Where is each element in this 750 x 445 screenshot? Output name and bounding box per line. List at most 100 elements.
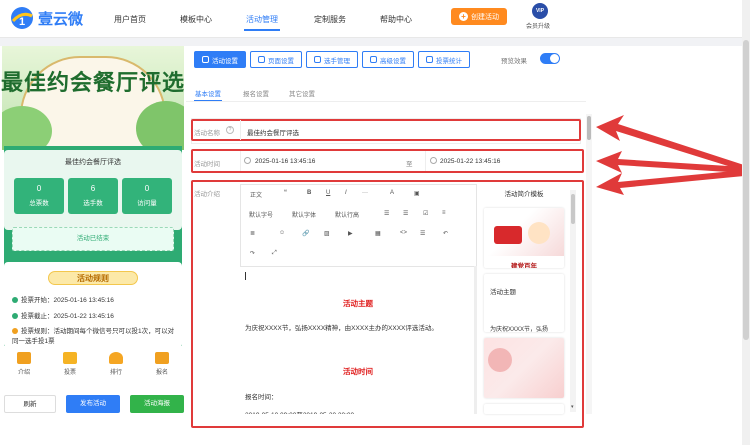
refresh-button[interactable]: 刷新 (4, 395, 56, 413)
nav-custom-service[interactable]: 定制服务 (314, 14, 346, 25)
template-caption: 建党百年 (511, 263, 537, 268)
quote-icon[interactable]: “ (284, 190, 287, 196)
page-scrollbar[interactable] (742, 0, 750, 445)
table-icon[interactable]: ▦ (375, 230, 381, 237)
name-input[interactable]: 最佳约会餐厅评选 (247, 127, 299, 137)
divider-icon[interactable]: ☰ (420, 230, 425, 237)
intro-icon (17, 352, 31, 364)
trophy-icon (109, 352, 123, 364)
font-size-dropdown[interactable]: 默认字号 (249, 210, 273, 219)
time-separator: 至 (406, 161, 413, 168)
stat-value: 6 (90, 184, 96, 193)
indent-icon[interactable]: ≣ (250, 230, 255, 237)
signup-icon (155, 352, 169, 364)
stat-total-votes: 0 总票数 (14, 178, 64, 214)
settings-icon (202, 56, 209, 63)
template-thumbnail (494, 226, 522, 244)
template-scrollbar[interactable] (570, 190, 576, 412)
start-time-input[interactable]: 2025-01-16 13:45:16 (255, 158, 315, 165)
nav-help[interactable]: 帮助中心 (380, 14, 412, 25)
nav-home[interactable]: 用户首页 (114, 14, 146, 25)
help-icon[interactable]: ? (226, 126, 234, 134)
clock-icon (430, 157, 437, 164)
page-icon (258, 56, 265, 63)
stat-label: 选手数 (83, 200, 103, 207)
users-icon (314, 56, 321, 63)
poster-button[interactable]: 活动海报 (130, 395, 184, 413)
font-color-icon[interactable]: A (390, 190, 394, 196)
template-thumbnail (528, 222, 550, 244)
activity-ended-status: 活动已结束 (12, 227, 174, 251)
arrow-to-intro (596, 170, 744, 195)
vip-upgrade-label[interactable]: 会员升级 (526, 21, 550, 30)
template-item[interactable] (484, 404, 564, 414)
create-activity-button[interactable]: + 创建活动 (451, 8, 507, 25)
bg-color-icon[interactable]: ▣ (414, 190, 420, 197)
advanced-icon (370, 56, 377, 63)
plus-icon: + (459, 12, 468, 21)
publish-button[interactable]: 发布活动 (66, 395, 120, 413)
tab-vote[interactable]: 投票 (58, 352, 82, 376)
content-paragraph: 为庆祝XXXX节，弘扬XXXX精神，由XXXX主办的XXXX评选活动。 (245, 325, 438, 332)
bold-icon[interactable]: B (307, 190, 311, 196)
create-activity-label: 创建活动 (471, 13, 499, 21)
code-icon[interactable]: <> (400, 230, 407, 236)
vip-icon[interactable]: VIP (532, 3, 548, 19)
italic-icon[interactable]: I (345, 190, 347, 196)
underline-icon[interactable]: U (326, 190, 330, 196)
format-dropdown[interactable]: 正文 (250, 190, 262, 199)
tab-rank[interactable]: 排行 (104, 352, 128, 376)
more-icon[interactable]: ··· (362, 190, 368, 196)
svg-text:1: 1 (19, 16, 25, 28)
nav-activity-manage[interactable]: 活动管理 (246, 14, 278, 25)
preview-effect-toggle[interactable] (540, 53, 560, 64)
tab-advanced-settings[interactable]: 高级设置 (362, 51, 414, 68)
template-item[interactable] (484, 338, 564, 398)
tab-page-settings[interactable]: 页面设置 (250, 51, 302, 68)
tab-contestant-manage[interactable]: 选手管理 (306, 51, 358, 68)
line-height-dropdown[interactable]: 默认行高 (335, 210, 359, 219)
end-time-input[interactable]: 2025-01-22 13:45:16 (440, 158, 500, 165)
fullscreen-icon[interactable]: ⤢ (272, 250, 277, 257)
subtab-other[interactable]: 其它设置 (289, 88, 315, 98)
brand-name[interactable]: 壹云微 (38, 8, 83, 29)
bullet-icon (12, 328, 18, 334)
divider (425, 151, 426, 171)
bullet-list-icon[interactable]: ☰ (384, 210, 389, 217)
redo-icon[interactable]: ↷ (250, 250, 255, 257)
content-heading-theme: 活动主题 (343, 299, 373, 308)
numbered-list-icon[interactable]: ☰ (403, 210, 408, 217)
tab-signup[interactable]: 报名 (150, 352, 174, 376)
template-item[interactable]: 活动主题 为庆祝XXXX节，弘扬 (484, 274, 564, 332)
divider (240, 120, 241, 140)
rules-title: 活动规则 (48, 271, 138, 285)
divider (240, 151, 241, 171)
editor-scrollbar[interactable] (474, 266, 477, 414)
todo-icon[interactable]: ☑ (423, 210, 428, 217)
tab-activity-settings[interactable]: 活动设置 (194, 51, 246, 68)
bullet-icon (12, 297, 18, 303)
video-icon[interactable]: ▶ (348, 230, 353, 237)
logo-icon: 1 (10, 6, 34, 30)
template-thumbnail (488, 348, 512, 372)
nav-templates[interactable]: 模板中心 (180, 14, 212, 25)
scroll-down-icon[interactable]: ▾ (571, 404, 574, 410)
subtab-signup[interactable]: 报名设置 (243, 88, 269, 98)
emoji-icon[interactable]: ☺ (279, 230, 285, 236)
tab-intro[interactable]: 介绍 (12, 352, 36, 376)
image-icon[interactable]: ▨ (324, 230, 330, 237)
link-icon[interactable]: 🔗 (302, 230, 309, 237)
font-family-dropdown[interactable]: 默认字体 (292, 210, 316, 219)
tab-vote-stats[interactable]: 投票统计 (418, 51, 470, 68)
subtab-basic[interactable]: 基本设置 (195, 88, 221, 98)
text-cursor (245, 272, 246, 280)
template-item[interactable]: 建党百年 (484, 208, 564, 268)
undo-icon[interactable]: ↶ (443, 230, 448, 237)
template-panel-title: 活动简介模板 (504, 191, 544, 198)
main-scrollbar[interactable] (586, 114, 592, 414)
content-paragraph: 2019-05-10 09:00至2019-05-20 20:00 (245, 409, 354, 414)
preview-banner (2, 46, 184, 150)
time-label: 活动时间 (194, 161, 220, 168)
template-caption: 为庆祝XXXX节，弘扬 (490, 327, 549, 332)
align-icon[interactable]: ≡ (442, 210, 446, 216)
